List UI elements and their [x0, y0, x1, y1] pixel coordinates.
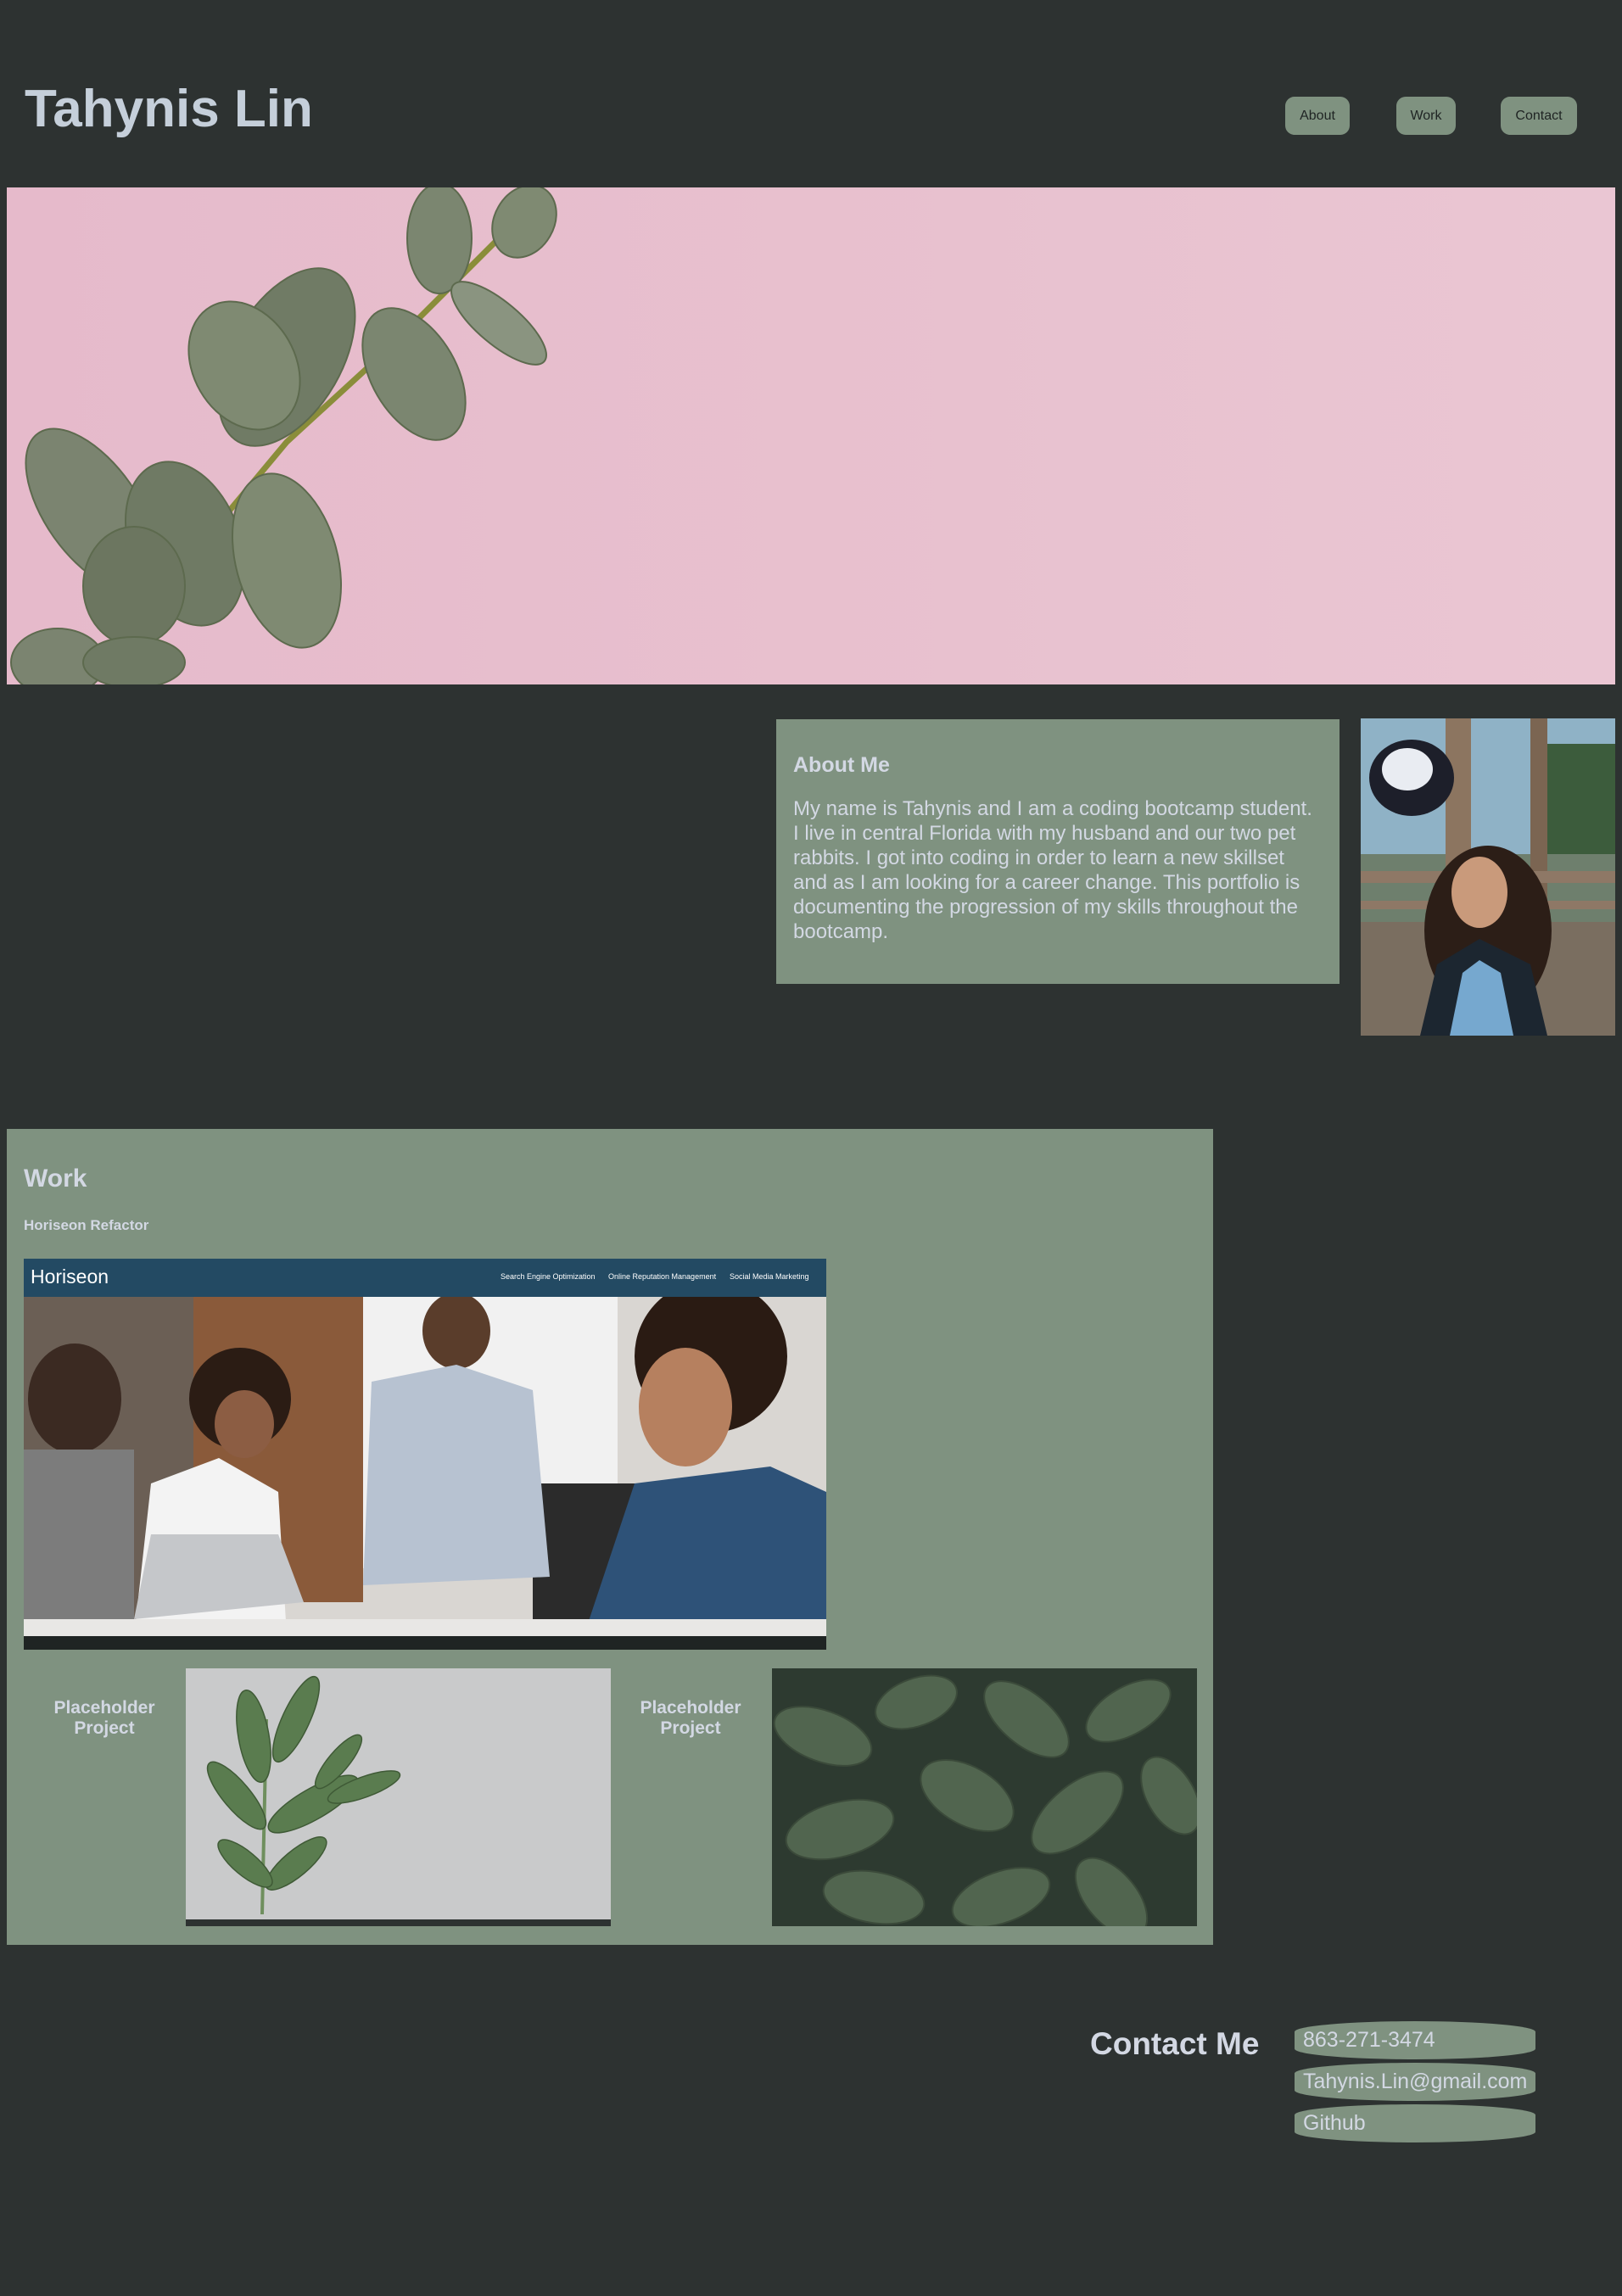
- placeholder-project-image-2[interactable]: [772, 1668, 1197, 1926]
- horiseon-header-bar: Horiseon Search Engine Optimization Onli…: [24, 1259, 826, 1297]
- contact-title: Contact Me: [1090, 2026, 1260, 2061]
- work-section: Work Horiseon Refactor Horiseon Search E…: [7, 1129, 1213, 1945]
- eucalyptus-illustration: [10, 187, 557, 684]
- contact-github-link[interactable]: Github: [1295, 2104, 1535, 2142]
- profile-photo: [1361, 718, 1615, 1036]
- horiseon-hero-photo: [24, 1297, 826, 1636]
- placeholder-project-label-2: Placeholder Project: [640, 1698, 741, 1738]
- work-title: Work: [24, 1165, 87, 1193]
- nav-work-button[interactable]: Work: [1396, 97, 1456, 135]
- about-section: About Me My name is Tahynis and I am a c…: [776, 719, 1340, 984]
- horiseon-nav-seo: Search Engine Optimization: [501, 1272, 596, 1281]
- site-title: Tahynis Lin: [25, 80, 313, 138]
- horiseon-brand: Horiseon: [31, 1265, 109, 1288]
- placeholder-project-label-1: Placeholder Project: [53, 1698, 155, 1738]
- horiseon-project-label: Horiseon Refactor: [24, 1217, 149, 1233]
- hero-image: [7, 187, 1615, 684]
- horiseon-nav-social: Social Media Marketing: [730, 1272, 809, 1281]
- contact-phone-link[interactable]: 863-271-3474: [1295, 2021, 1535, 2059]
- nav-about-button[interactable]: About: [1285, 97, 1350, 135]
- contact-email-link[interactable]: Tahynis.Lin@gmail.com: [1295, 2063, 1535, 2101]
- horiseon-nav-reputation: Online Reputation Management: [608, 1272, 717, 1281]
- about-title: About Me: [793, 753, 890, 777]
- horiseon-screenshot-link[interactable]: Horiseon Search Engine Optimization Onli…: [24, 1259, 826, 1650]
- about-text: My name is Tahynis and I am a coding boo…: [793, 797, 1312, 943]
- placeholder-project-image-1[interactable]: [186, 1668, 611, 1926]
- nav-contact-button[interactable]: Contact: [1501, 97, 1577, 135]
